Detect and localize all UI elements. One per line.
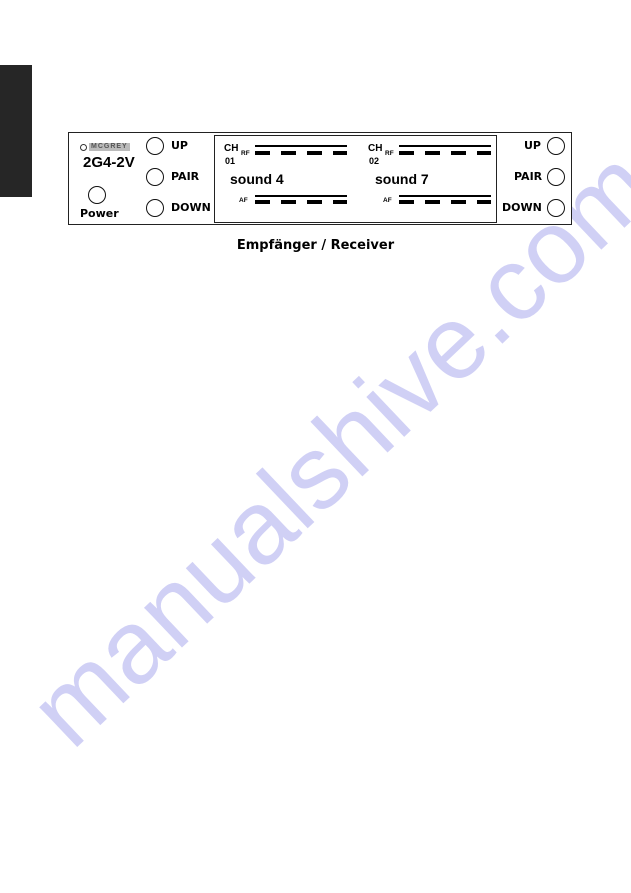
left-up-button[interactable] [146,137,164,155]
brand-mark-icon [80,143,87,151]
ch2-af-meter-line [399,195,491,197]
ch1-rf-segment [333,151,347,155]
ch2-rf-label: RF [385,150,394,157]
ch1-af-segment [307,200,322,204]
figure-caption: Empfänger / Receiver [236,238,395,253]
ch1-number: 01 [225,156,236,166]
ch1-af-label: AF [239,197,248,204]
left-down-button[interactable] [146,199,164,217]
left-down-label: DOWN [171,201,211,214]
ch2-af-label: AF [383,197,392,204]
ch2-af-segment [399,200,414,204]
ch1-af-segment [281,200,296,204]
ch2-number: 02 [369,156,380,166]
left-up-label: UP [171,139,188,152]
brand-logo: MCGREY [80,143,130,151]
right-up-label: UP [524,139,541,152]
right-pair-button[interactable] [547,168,565,186]
ch2-rf-segment [477,151,491,155]
power-button[interactable] [88,186,106,204]
ch2-label: CH [368,143,383,154]
ch2-rf-segment [425,151,440,155]
right-down-label: DOWN [502,201,542,214]
power-label: Power [80,207,119,220]
left-pair-button[interactable] [146,168,164,186]
ch1-af-meter-line [255,195,347,197]
ch2-rf-meter-line [399,145,491,147]
ch2-rf-segment [399,151,414,155]
ch1-rf-label: RF [241,150,250,157]
section-side-tab [0,65,32,197]
right-up-button[interactable] [547,137,565,155]
right-pair-label: PAIR [514,170,543,183]
ch1-rf-meter-line [255,145,347,147]
ch1-sound: sound 4 [230,171,284,187]
ch1-af-segment [255,200,270,204]
ch1-label: CH [224,143,239,154]
brand-logo-text: MCGREY [89,143,130,151]
ch1-af-segment [333,200,347,204]
ch2-af-segment [451,200,466,204]
ch2-rf-segment [451,151,466,155]
right-down-button[interactable] [547,199,565,217]
ch2-af-segment [425,200,440,204]
left-pair-label: PAIR [171,170,200,183]
model-name: 2G4-2V [83,154,135,171]
ch1-rf-segment [281,151,296,155]
ch1-rf-segment [307,151,322,155]
ch2-sound: sound 7 [375,171,429,187]
ch2-af-segment [477,200,491,204]
ch1-rf-segment [255,151,270,155]
